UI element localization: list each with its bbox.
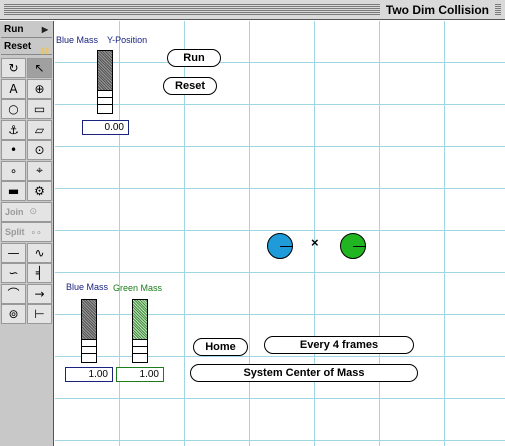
run-button[interactable]: Run — [167, 49, 221, 67]
damper-tool-icon[interactable]: ╡ — [27, 263, 52, 283]
force-tool-icon[interactable]: → — [27, 283, 52, 304]
join-label: Join — [5, 206, 24, 217]
point-tool-icon[interactable]: • — [1, 140, 26, 160]
blue-mass-slider-fill — [82, 300, 96, 340]
blue-mass-label: Blue Mass — [66, 282, 109, 292]
join-button[interactable]: Join ⊙ — [1, 201, 52, 222]
y-position-slider-fill — [98, 51, 112, 91]
spring-tool-icon[interactable]: ∿ — [27, 242, 52, 263]
pin-joint-tool-icon[interactable]: ⊙ — [27, 140, 52, 160]
split-icon: ∘∘ — [30, 226, 42, 237]
rotate-tool-icon[interactable]: ↻ — [1, 58, 26, 78]
rod-tool-icon[interactable]: — — [1, 242, 26, 263]
small-point-tool-icon[interactable]: ∘ — [1, 160, 26, 181]
rope-tool-icon[interactable]: ∽ — [1, 263, 26, 283]
pointer-tool-icon[interactable]: ↖ — [27, 58, 52, 78]
green-mass-slider[interactable] — [132, 299, 148, 363]
circle-tool-icon[interactable]: ○ — [1, 99, 26, 119]
slot-joint-tool-icon[interactable]: ⌖ — [27, 160, 52, 181]
blue-mass-value[interactable]: 1.00 — [65, 367, 113, 382]
motor-tool-icon[interactable]: ⚙ — [27, 181, 52, 201]
polygon-tool-icon[interactable]: ▱ — [27, 119, 52, 140]
split-button[interactable]: Split ∘∘ — [1, 222, 52, 242]
actuator-tool-icon[interactable]: ⊚ — [1, 304, 26, 324]
green-mass-value[interactable]: 1.00 — [116, 367, 164, 382]
green-mass-slider-fill — [133, 300, 147, 340]
center-of-mass-marker: × — [311, 235, 319, 250]
y-slider-label-axis: Y-Position — [107, 35, 148, 45]
home-button[interactable]: Home — [193, 338, 248, 356]
green-mass-slider-thumb[interactable] — [133, 346, 147, 354]
blue-ball[interactable] — [267, 233, 293, 259]
pulley-tool-icon[interactable]: ⌒ — [1, 283, 26, 304]
toolbox-reset-label: Reset — [4, 41, 32, 52]
split-label: Split — [5, 227, 25, 237]
play-icon: ▶ — [41, 25, 48, 34]
window-title: Two Dim Collision — [379, 2, 495, 18]
y-slider-label-mass: Blue Mass — [56, 35, 99, 45]
green-ball[interactable] — [340, 233, 366, 259]
y-position-slider[interactable] — [97, 50, 113, 114]
rectangle-tool-icon[interactable]: ▭ — [27, 99, 52, 119]
text-tool-icon[interactable]: A — [1, 78, 26, 99]
toolbox-run-button[interactable]: Run ▶ — [1, 22, 52, 38]
rewind-icon: ▮▮ — [40, 46, 49, 55]
blue-ball-direction-line — [280, 246, 293, 247]
reset-button[interactable]: Reset — [163, 77, 217, 95]
title-bar: Two Dim Collision — [0, 0, 505, 20]
anchor-tool-icon[interactable]: ⚓ — [1, 119, 26, 140]
toolbox-run-label: Run — [4, 24, 24, 35]
green-mass-label: Green Mass — [113, 283, 163, 293]
toolbox-palette: Run ▶ Reset ▮▮ ↻ ↖ A ⊕ ○ ▭ ⚓ ▱ • ⊙ ∘ ⌖ ▬ ⚙ Join ⊙ Split ∘… — [0, 21, 54, 446]
every-4-frames-button[interactable]: Every 4 frames — [264, 336, 414, 354]
workspace-canvas[interactable]: Blue Mass Y-Position 0.00 Run Reset × Bl… — [55, 21, 505, 446]
toolbox-reset-button[interactable]: Reset ▮▮ — [1, 39, 52, 55]
blue-mass-slider-thumb[interactable] — [82, 346, 96, 354]
zoom-tool-icon[interactable]: ⊕ — [27, 78, 52, 99]
separator-tool-icon[interactable]: ⊢ — [27, 304, 52, 324]
join-icon: ⊙ — [29, 206, 38, 216]
system-center-of-mass-button[interactable]: System Center of Mass — [190, 364, 418, 382]
y-position-value[interactable]: 0.00 — [82, 120, 129, 135]
blue-mass-slider[interactable] — [81, 299, 97, 363]
green-ball-direction-line — [353, 246, 366, 247]
rigid-joint-tool-icon[interactable]: ▬ — [1, 181, 26, 201]
y-position-slider-thumb[interactable] — [98, 97, 112, 105]
